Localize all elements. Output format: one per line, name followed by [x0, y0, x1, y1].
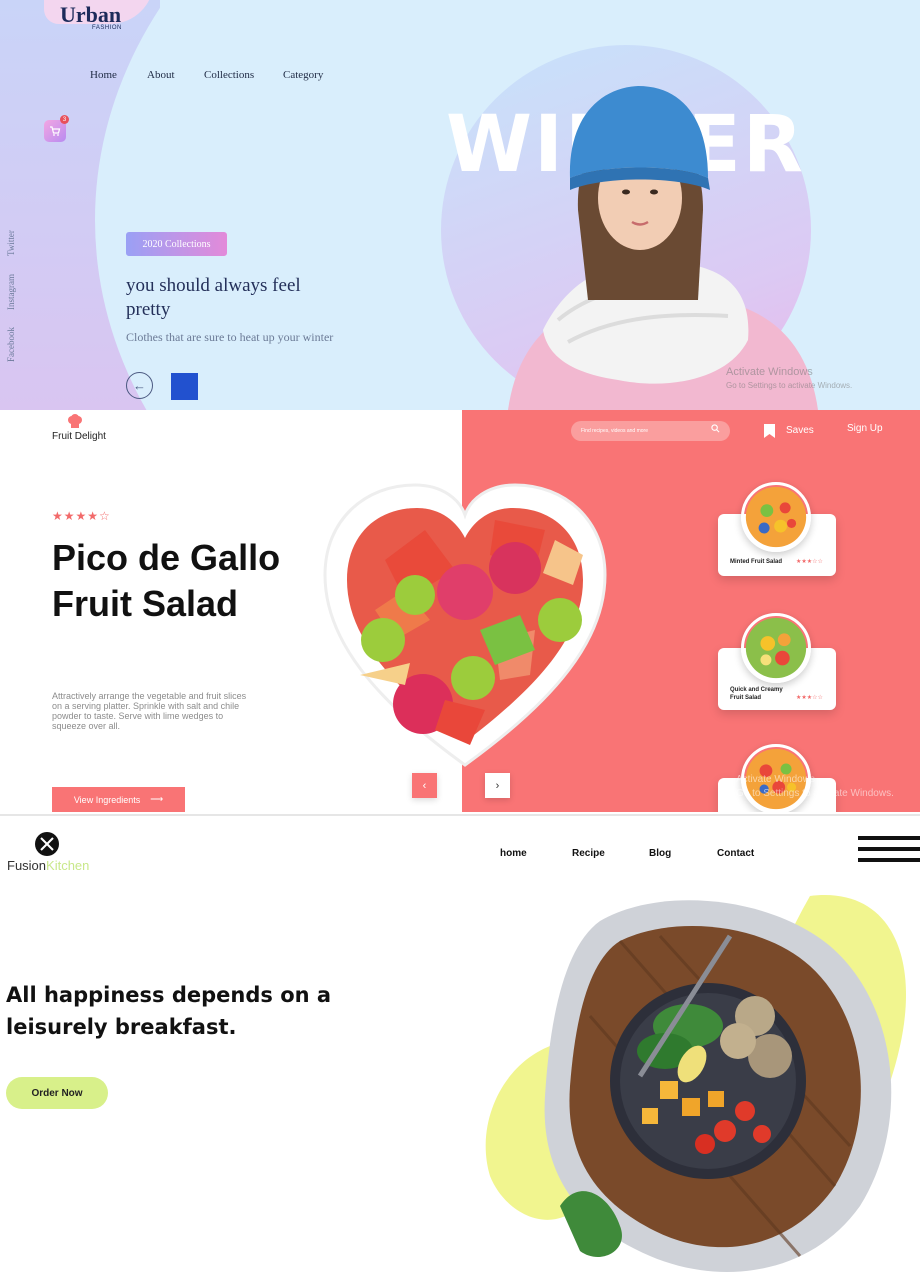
chevron-left-icon: ‹: [422, 779, 427, 792]
fruit-salad-heart-bowl: [323, 483, 607, 767]
urban-fashion-panel: Urban FASHION Home About Collections Cat…: [0, 0, 920, 410]
recipe-card-image: [741, 482, 811, 552]
nav-about[interactable]: About: [147, 69, 175, 81]
sign-up-link[interactable]: Sign Up: [847, 423, 883, 434]
nav-blog[interactable]: Blog: [649, 848, 671, 859]
hamburger-menu-icon[interactable]: [858, 836, 920, 869]
hero-headline: All happiness depends on a leisurely bre…: [6, 983, 332, 1039]
chevron-right-icon: ›: [495, 779, 500, 792]
nav-recipe[interactable]: Recipe: [572, 848, 605, 859]
nav-collections[interactable]: Collections: [204, 69, 254, 81]
windows-watermark-subtitle: Go to Settings to activate Windows.: [726, 381, 853, 390]
recipe-description: Attractively arrange the vegetable and f…: [52, 691, 247, 731]
fusion-kitchen-logo[interactable]: FusionKitchen: [7, 858, 89, 873]
arrow-right-icon: ⟶: [150, 794, 164, 804]
order-now-button[interactable]: Order Now: [6, 1077, 108, 1109]
social-twitter-link[interactable]: Twitter: [6, 230, 16, 256]
next-recipe-button[interactable]: ›: [485, 773, 510, 798]
recipe-card-rating: ★★★☆☆: [796, 559, 823, 565]
prev-recipe-button[interactable]: ‹: [412, 773, 437, 798]
view-ingredients-label: View Ingredients: [73, 794, 141, 805]
urban-logo-subtitle: FASHION: [92, 25, 122, 31]
brand-accent: Kitchen: [46, 858, 90, 873]
recipe-card-image: [741, 613, 811, 683]
fusion-kitchen-panel: FusionKitchen home Recipe Blog Contact A…: [0, 814, 920, 1280]
nav-home[interactable]: Home: [90, 69, 117, 81]
search-input[interactable]: Find recipes, videos and more: [571, 421, 730, 441]
social-facebook-link[interactable]: Facebook: [6, 327, 16, 362]
search-icon[interactable]: [711, 424, 720, 433]
view-ingredients-button[interactable]: View Ingredients ⟶: [52, 787, 185, 812]
collections-badge[interactable]: 2020 Collections: [126, 232, 227, 256]
recipe-card-rating: ★★★☆☆: [796, 695, 823, 701]
nav-home[interactable]: home: [500, 848, 527, 859]
saves-link[interactable]: Saves: [786, 425, 814, 436]
windows-watermark-title: Activate Windows: [726, 366, 813, 378]
recipe-card-name: Minted Fruit Salad: [730, 559, 783, 565]
fruit-delight-panel: Fruit Delight Find recipes, videos and m…: [0, 410, 920, 812]
nav-category[interactable]: Category: [283, 69, 323, 81]
nav-contact[interactable]: Contact: [717, 848, 754, 859]
fruit-delight-logo[interactable]: Fruit Delight: [52, 431, 106, 442]
arrow-left-icon: ←: [133, 378, 146, 393]
recipe-card-name: Quick and Creamy Fruit Salad: [730, 687, 783, 701]
fork-knife-icon: [35, 832, 59, 856]
cart-count-badge: 3: [60, 115, 69, 124]
windows-watermark-subtitle: Go to Settings to activate Windows.: [736, 788, 894, 799]
bookmark-icon[interactable]: [764, 424, 775, 438]
hero-headline: you should always feel pretty: [126, 275, 301, 320]
brand-main: Fusion: [7, 858, 47, 873]
prev-slide-button[interactable]: ←: [126, 372, 153, 399]
recipe-title: Pico de Gallo Fruit Salad: [52, 537, 281, 624]
food-bowl-image: [485, 895, 906, 1272]
model-photo: [508, 86, 818, 410]
chef-hat-icon: [68, 414, 82, 428]
next-slide-button[interactable]: [171, 373, 198, 400]
windows-watermark-title: Activate Windows: [736, 774, 815, 785]
recipe-rating: ★★★★☆: [52, 509, 111, 523]
hero-subline: Clothes that are sure to heat up your wi…: [126, 330, 334, 344]
social-instagram-link[interactable]: Instagram: [6, 274, 16, 310]
